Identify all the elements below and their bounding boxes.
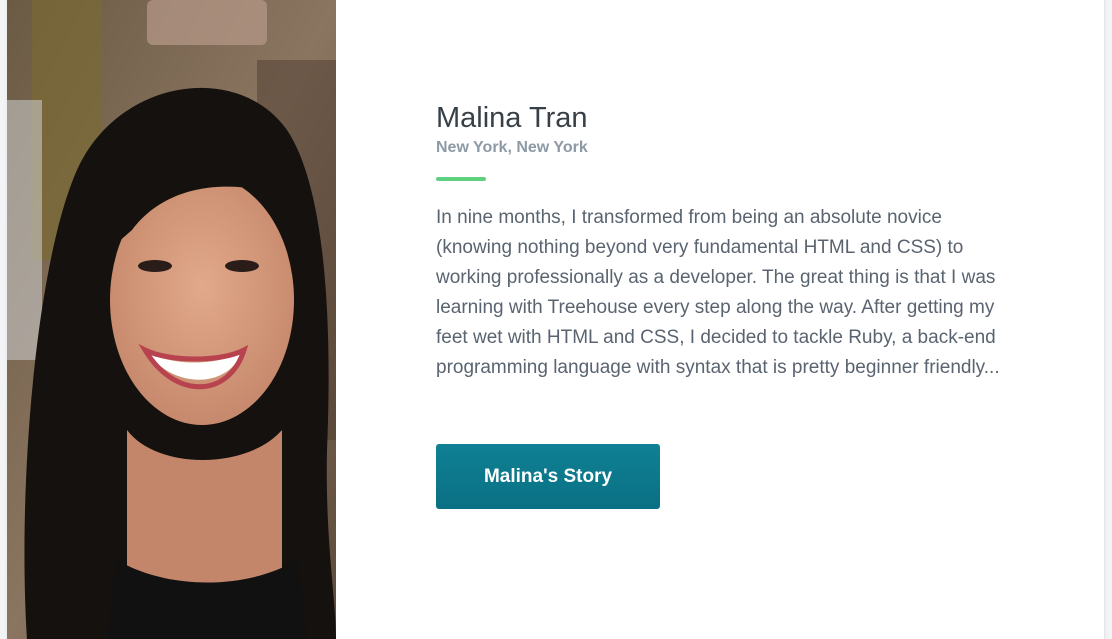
testimonial-quote: In nine months, I transformed from being… [436, 207, 1000, 378]
testimonial-content: Malina Tran New York, New York In nine m… [436, 100, 1036, 509]
testimonial-card: Malina Tran New York, New York In nine m… [7, 0, 1105, 639]
profile-photo [7, 0, 336, 639]
read-story-button[interactable]: Malina's Story [436, 444, 660, 509]
person-name: Malina Tran [436, 102, 588, 134]
accent-divider [436, 177, 486, 181]
person-location: New York, New York [436, 139, 588, 156]
portrait-image [7, 0, 336, 639]
